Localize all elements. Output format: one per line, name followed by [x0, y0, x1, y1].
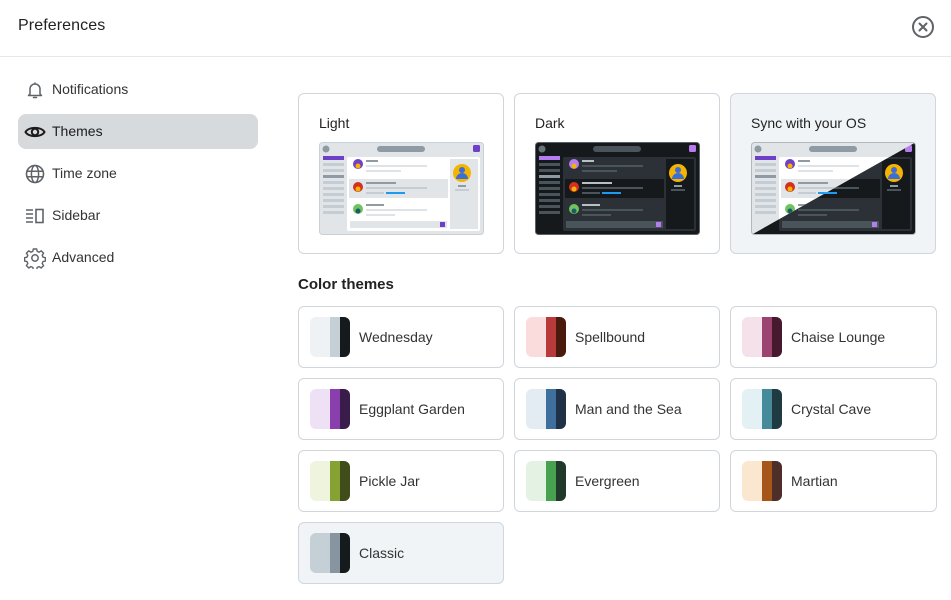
theme-name: Eggplant Garden [359, 401, 465, 417]
sidebar-item-label: Notifications [52, 81, 129, 97]
swatch-light-color [310, 461, 330, 501]
swatch-light-color [526, 317, 546, 357]
theme-card-man-and-the-sea[interactable]: Man and the Sea [514, 378, 720, 440]
dialog-header: Preferences [0, 0, 951, 57]
eye-icon [24, 121, 46, 143]
theme-card-eggplant-garden[interactable]: Eggplant Garden [298, 378, 504, 440]
dark-preview-image [535, 142, 700, 235]
theme-name: Martian [791, 473, 838, 489]
sidebar-item-label: Sidebar [52, 207, 101, 223]
swatch-dark-color [340, 533, 350, 573]
theme-name: Pickle Jar [359, 473, 420, 489]
swatch-mid-color [546, 389, 556, 429]
mode-card-sync-os[interactable]: Sync with your OS [730, 93, 936, 254]
theme-name: Spellbound [575, 329, 646, 345]
swatch-dark-color [556, 389, 566, 429]
theme-card-wednesday[interactable]: Wednesday [298, 306, 504, 368]
swatch-mid-color [762, 389, 772, 429]
light-preview-image [319, 142, 484, 235]
mode-card-light[interactable]: Light [298, 93, 504, 254]
theme-swatch [310, 317, 350, 357]
swatch-dark-color [340, 461, 350, 501]
appearance-modes: Light Dark Sync with your OS [298, 93, 938, 254]
swatch-dark-color [340, 317, 350, 357]
swatch-light-color [526, 461, 546, 501]
theme-name: Evergreen [575, 473, 640, 489]
sidebar-item-advanced[interactable]: Advanced [18, 240, 258, 275]
sidebar-icon [24, 205, 46, 227]
themes-panel: Light Dark Sync with your OS Color theme… [298, 93, 938, 584]
theme-swatch [310, 389, 350, 429]
mode-label: Light [319, 115, 350, 131]
theme-card-martian[interactable]: Martian [730, 450, 937, 512]
preferences-sidebar: Notifications Themes Time zone Sidebar A… [18, 72, 258, 282]
swatch-dark-color [340, 389, 350, 429]
theme-card-spellbound[interactable]: Spellbound [514, 306, 720, 368]
swatch-light-color [742, 461, 762, 501]
theme-swatch [742, 461, 782, 501]
swatch-light-color [526, 389, 546, 429]
swatch-light-color [742, 317, 762, 357]
globe-icon [24, 163, 46, 185]
theme-swatch [742, 317, 782, 357]
swatch-light-color [310, 533, 330, 573]
swatch-dark-color [772, 317, 782, 357]
theme-name: Chaise Lounge [791, 329, 886, 345]
theme-swatch [526, 461, 566, 501]
mode-label: Dark [535, 115, 565, 131]
swatch-mid-color [546, 317, 556, 357]
swatch-dark-color [556, 317, 566, 357]
theme-name: Classic [359, 545, 405, 561]
theme-card-classic[interactable]: Classic [298, 522, 504, 584]
swatch-mid-color [546, 461, 556, 501]
swatch-dark-color [772, 389, 782, 429]
color-themes-grid: Wednesday Spellbound Chaise Lounge Eggpl… [298, 306, 938, 584]
sidebar-item-themes[interactable]: Themes [18, 114, 258, 149]
sidebar-item-notifications[interactable]: Notifications [18, 72, 258, 107]
sidebar-item-sidebar[interactable]: Sidebar [18, 198, 258, 233]
swatch-dark-color [556, 461, 566, 501]
theme-card-chaise-lounge[interactable]: Chaise Lounge [730, 306, 937, 368]
swatch-dark-color [772, 461, 782, 501]
mode-card-dark[interactable]: Dark [514, 93, 720, 254]
sidebar-item-label: Themes [52, 123, 103, 139]
theme-swatch [310, 533, 350, 573]
swatch-mid-color [330, 533, 340, 573]
swatch-light-color [742, 389, 762, 429]
sidebar-item-label: Time zone [52, 165, 117, 181]
theme-swatch [526, 317, 566, 357]
close-icon [918, 22, 928, 32]
swatch-light-color [310, 389, 330, 429]
sync-preview-image [751, 142, 916, 235]
theme-name: Crystal Cave [791, 401, 872, 417]
swatch-mid-color [762, 461, 772, 501]
sidebar-item-time-zone[interactable]: Time zone [18, 156, 258, 191]
theme-swatch [310, 461, 350, 501]
theme-name: Wednesday [359, 329, 433, 345]
swatch-mid-color [330, 461, 340, 501]
dialog-title: Preferences [18, 17, 106, 34]
theme-swatch [742, 389, 782, 429]
swatch-mid-color [330, 317, 340, 357]
theme-card-pickle-jar[interactable]: Pickle Jar [298, 450, 504, 512]
mode-label: Sync with your OS [751, 115, 867, 131]
sidebar-item-label: Advanced [52, 249, 115, 265]
theme-name: Man and the Sea [575, 401, 682, 417]
theme-card-evergreen[interactable]: Evergreen [514, 450, 720, 512]
swatch-mid-color [762, 317, 772, 357]
color-themes-heading: Color themes [298, 276, 394, 293]
theme-swatch [526, 389, 566, 429]
gear-icon [24, 247, 46, 269]
theme-card-crystal-cave[interactable]: Crystal Cave [730, 378, 937, 440]
swatch-mid-color [330, 389, 340, 429]
close-button[interactable] [912, 16, 934, 38]
swatch-light-color [310, 317, 330, 357]
bell-icon [24, 79, 46, 101]
